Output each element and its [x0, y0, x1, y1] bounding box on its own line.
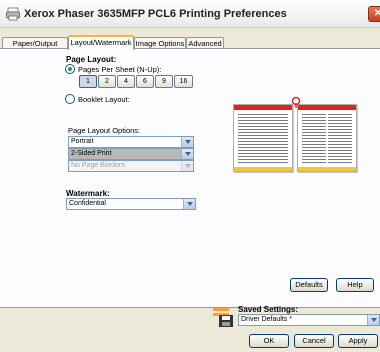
booklet-layout-label: Booklet Layout:: [78, 95, 130, 104]
chevron-down-icon: [181, 149, 193, 159]
preview-header-bar: [298, 105, 356, 110]
watermark-heading: Watermark:: [66, 189, 110, 198]
page-layout-heading: Page Layout:: [66, 55, 117, 64]
nup-16-button[interactable]: 16: [174, 75, 193, 88]
page-borders-select: No Page Borders: [68, 160, 194, 172]
save-settings-icon: [213, 308, 233, 327]
saved-settings-select[interactable]: Driver Defaults *: [238, 314, 380, 326]
nup-4-button[interactable]: 4: [117, 75, 135, 88]
preview-page-right: [297, 104, 357, 172]
preview-text-lines: [302, 114, 326, 164]
nup-2-button[interactable]: 2: [98, 75, 116, 88]
chevron-down-icon: [181, 137, 193, 147]
printer-icon: [6, 7, 20, 21]
defaults-button[interactable]: Defaults: [290, 278, 328, 292]
close-button[interactable]: ✕: [368, 6, 380, 22]
nup-6-button[interactable]: 6: [136, 75, 154, 88]
tab-layout-watermark[interactable]: Layout/Watermark: [68, 35, 134, 50]
nup-9-button[interactable]: 9: [155, 75, 173, 88]
preview-header-bar: [234, 105, 292, 110]
cancel-button[interactable]: Cancel: [294, 334, 334, 348]
pages-per-sheet-radio[interactable]: [65, 64, 75, 74]
nup-1-button[interactable]: 1: [79, 75, 97, 88]
ok-button[interactable]: OK: [249, 334, 289, 348]
chevron-down-icon: [181, 161, 193, 171]
saved-settings-label: Saved Settings:: [238, 305, 299, 314]
apply-button[interactable]: Apply: [338, 334, 378, 348]
preview-text-lines: [328, 114, 352, 164]
booklet-layout-radio[interactable]: [65, 94, 75, 104]
chevron-down-icon: [183, 199, 195, 209]
chevron-down-icon: [367, 315, 379, 325]
preview-page-left: [233, 104, 293, 172]
page-preview: [233, 96, 359, 174]
sided-print-select[interactable]: 2-Sided Print: [68, 148, 194, 160]
close-icon: ✕: [373, 8, 380, 19]
orientation-select[interactable]: Portrait: [68, 136, 194, 148]
preview-footer-bar: [298, 167, 356, 171]
preview-footer-bar: [234, 167, 292, 171]
help-button[interactable]: Help: [336, 278, 374, 292]
preview-text-lines: [238, 114, 288, 164]
watermark-select[interactable]: Confidential: [66, 198, 196, 210]
binding-edge-icon: [291, 96, 301, 108]
title-bar: Xerox Phaser 3635MFP PCL6 Printing Prefe…: [0, 0, 380, 28]
page-layout-options-label: Page Layout Options:: [68, 126, 141, 135]
window-title: Xerox Phaser 3635MFP PCL6 Printing Prefe…: [24, 8, 287, 20]
pages-per-sheet-label: Pages Per Sheet (N-Up):: [78, 65, 162, 74]
